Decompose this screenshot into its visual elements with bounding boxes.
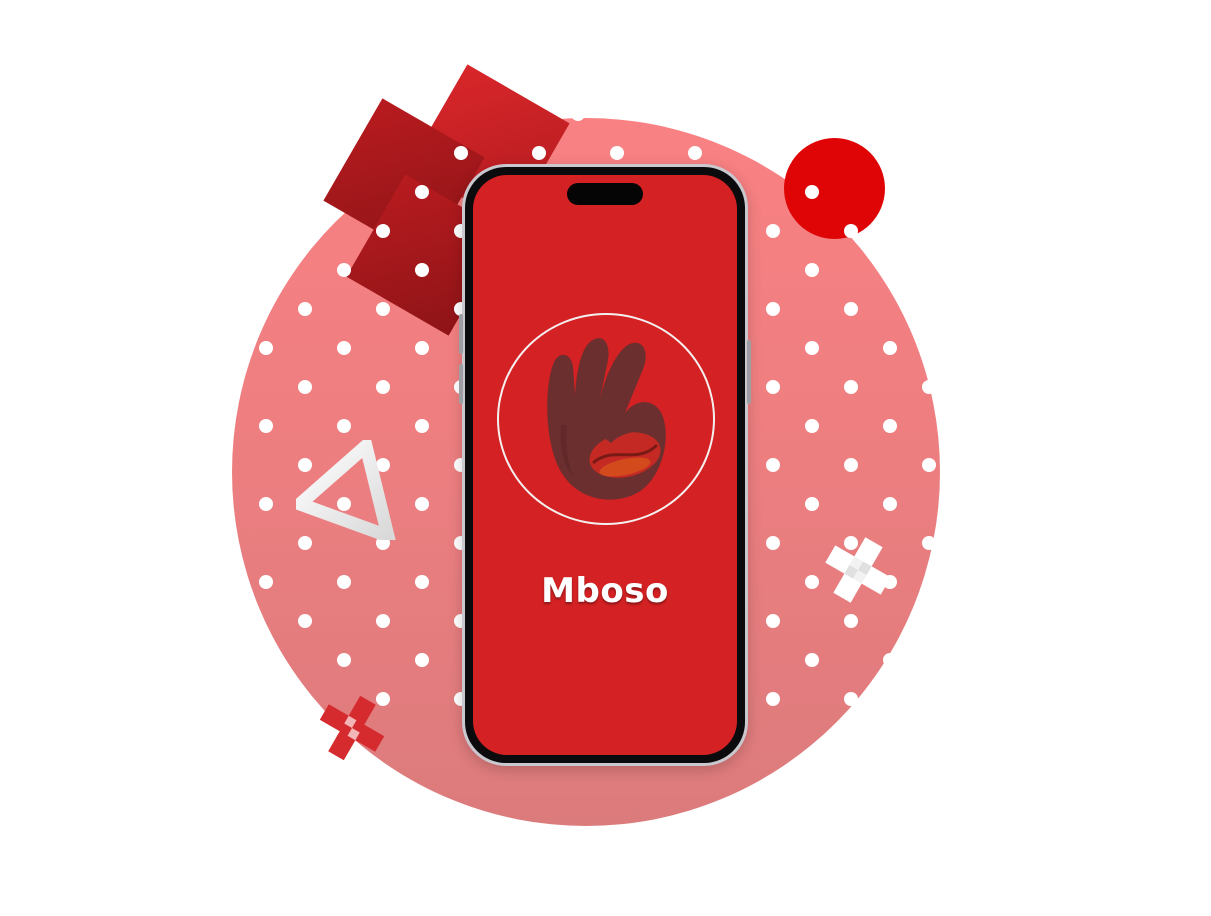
pattern-dot [259, 575, 273, 589]
pattern-dot [805, 185, 819, 199]
pattern-dot [766, 536, 780, 550]
splash-screen[interactable]: Mboso [473, 175, 737, 755]
pattern-dot [415, 341, 429, 355]
pattern-dot [337, 341, 351, 355]
pattern-dot [259, 497, 273, 511]
pattern-dot [844, 458, 858, 472]
pattern-dot [454, 146, 468, 160]
pattern-dot [883, 341, 897, 355]
pattern-dot [259, 419, 273, 433]
hand-coffee-bean-icon [547, 338, 666, 500]
pattern-dot [805, 419, 819, 433]
pattern-dot [844, 302, 858, 316]
pattern-dot [805, 341, 819, 355]
pattern-dot [298, 614, 312, 628]
pattern-dot [415, 185, 429, 199]
pattern-dot [883, 497, 897, 511]
pattern-dot [298, 302, 312, 316]
pattern-dot [376, 380, 390, 394]
pattern-dot [883, 653, 897, 667]
pattern-dot [415, 653, 429, 667]
phone-side-button [459, 314, 463, 354]
pattern-dot [337, 419, 351, 433]
pattern-dot [415, 419, 429, 433]
pattern-dot [610, 146, 624, 160]
pattern-dot [844, 614, 858, 628]
phone-bezel: Mboso [465, 167, 745, 763]
pattern-dot [337, 575, 351, 589]
pattern-dot [376, 302, 390, 316]
pattern-dot [922, 458, 936, 472]
pattern-dot [337, 263, 351, 277]
pattern-dot [766, 692, 780, 706]
app-name-title: Mboso [541, 571, 669, 611]
pattern-dot [571, 107, 585, 121]
pattern-dot [259, 341, 273, 355]
pattern-dot [766, 380, 780, 394]
phone-side-button [747, 340, 751, 404]
pattern-dot [844, 692, 858, 706]
pattern-dot [376, 224, 390, 238]
pattern-dot [805, 263, 819, 277]
pattern-dot [766, 458, 780, 472]
pattern-dot [298, 380, 312, 394]
pattern-dot [922, 536, 936, 550]
pattern-dot [415, 263, 429, 277]
illustration-stage: Mboso [0, 0, 1211, 916]
cross-pattern-icon [825, 537, 891, 603]
pattern-dot [337, 653, 351, 667]
pattern-dot [415, 497, 429, 511]
pattern-dot [805, 497, 819, 511]
pattern-dot [766, 302, 780, 316]
pattern-dot [766, 224, 780, 238]
pattern-dot [415, 575, 429, 589]
cross-pattern-small-icon [319, 695, 385, 761]
pattern-dot [844, 380, 858, 394]
dynamic-island [567, 183, 643, 205]
pattern-dot [805, 653, 819, 667]
pattern-dot [883, 419, 897, 433]
pattern-dot [805, 575, 819, 589]
triangle-outline-icon [296, 440, 396, 540]
phone-device: Mboso [459, 164, 751, 766]
pattern-dot [844, 224, 858, 238]
pattern-dot [532, 146, 546, 160]
pattern-dot [688, 146, 702, 160]
pattern-dot [922, 380, 936, 394]
phone-side-button [459, 364, 463, 404]
pattern-dot [766, 614, 780, 628]
pattern-dot [376, 614, 390, 628]
